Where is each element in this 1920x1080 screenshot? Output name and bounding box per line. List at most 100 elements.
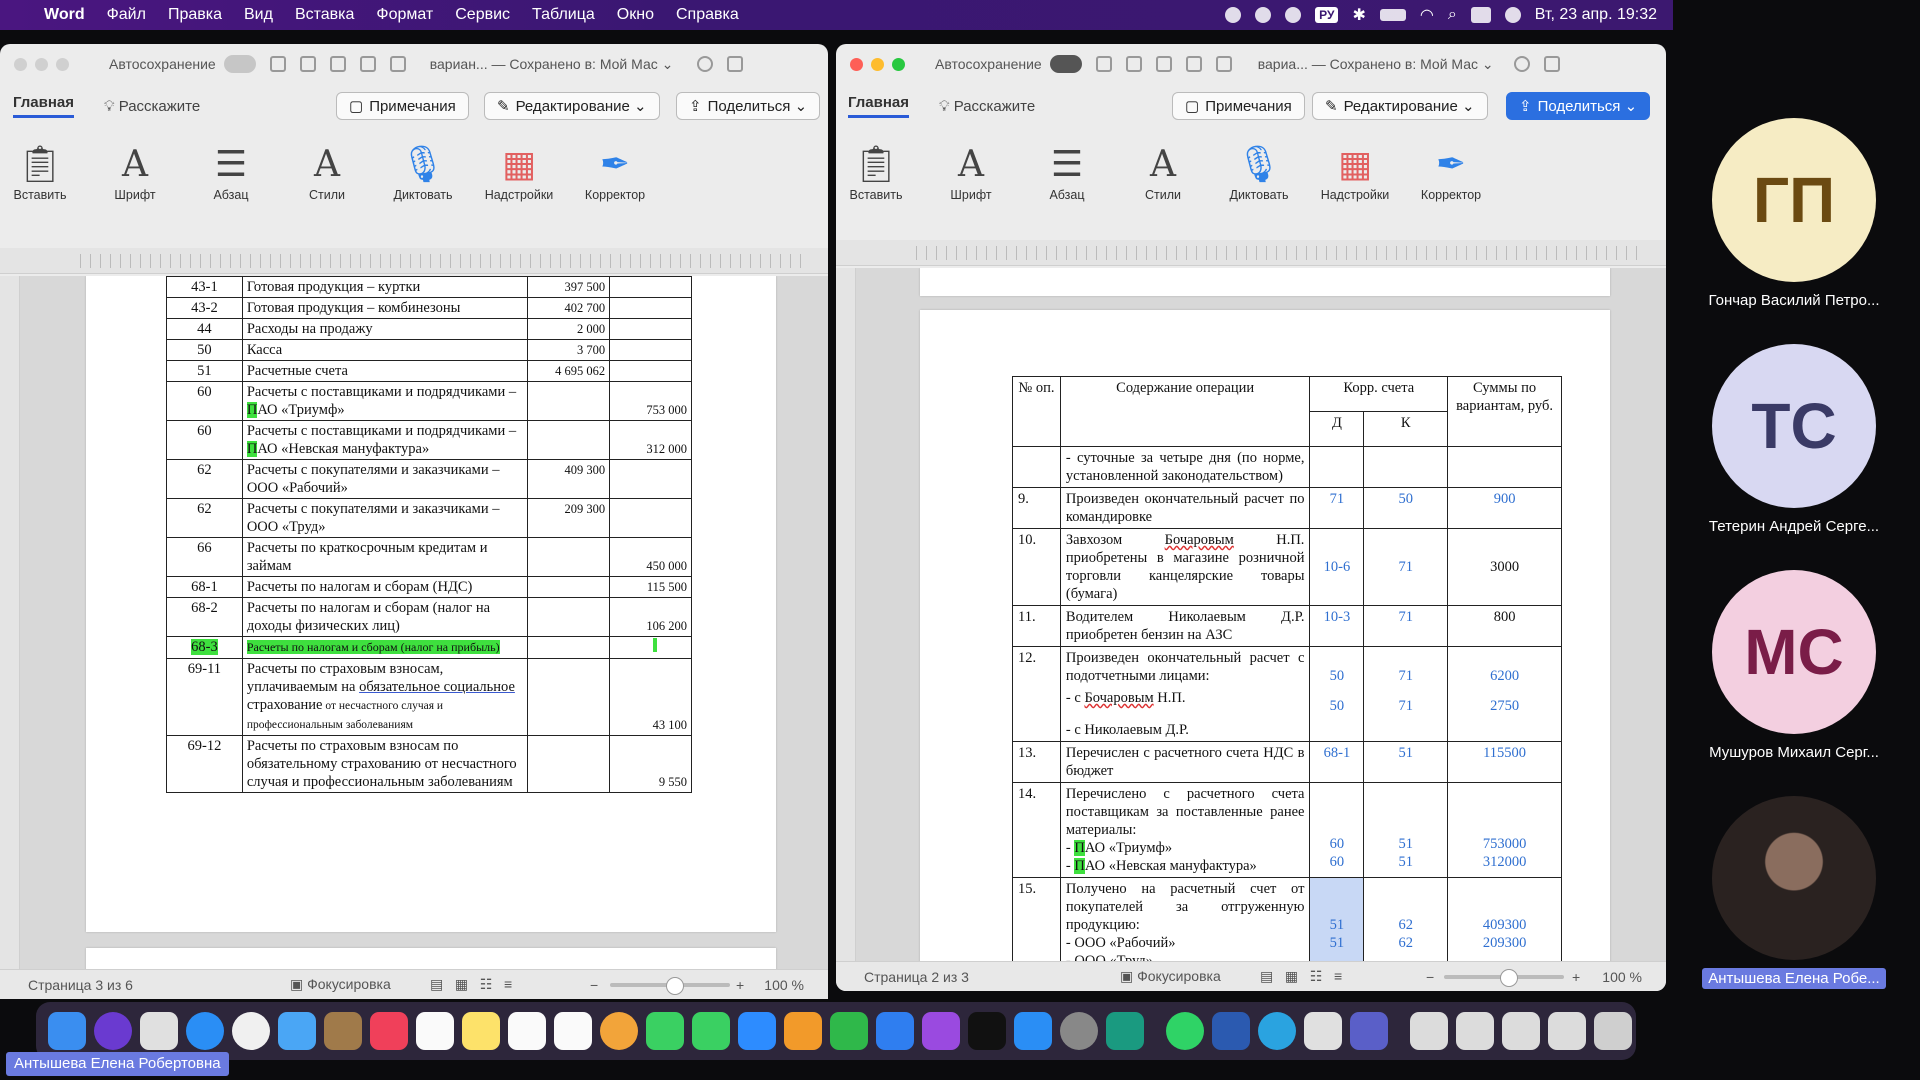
operation-sum[interactable]: 900	[1447, 487, 1562, 529]
vertical-ruler[interactable]	[0, 276, 20, 969]
account-code[interactable]: 62	[166, 498, 243, 538]
operation-content[interactable]: Получено на расчетный счет от покупателе…	[1059, 877, 1311, 961]
music-icon[interactable]	[370, 1012, 408, 1050]
calendar-icon[interactable]	[416, 1012, 454, 1050]
editing-button[interactable]: ✎ Редактирование ⌄	[484, 92, 660, 120]
mail-icon[interactable]	[278, 1012, 316, 1050]
account-name[interactable]: Расчеты по страховым взносам, уплачиваем…	[241, 658, 529, 736]
photos-icon[interactable]	[600, 1012, 638, 1050]
credit-account[interactable]	[1363, 446, 1449, 488]
telegram-icon[interactable]	[1258, 1012, 1296, 1050]
notes-icon[interactable]	[462, 1012, 500, 1050]
credit-account[interactable]: 71	[1363, 528, 1449, 606]
zoom-level[interactable]: 100 %	[1602, 969, 1642, 985]
clock[interactable]: Вт, 23 апр. 19:32	[1535, 6, 1657, 24]
share-button[interactable]: ⇪ Поделиться ⌄	[676, 92, 821, 120]
record-icon[interactable]	[1225, 7, 1242, 23]
debit-balance[interactable]: 4 695 062	[527, 360, 611, 382]
account-name[interactable]: Расчеты по страховым взносам по обязател…	[241, 735, 529, 793]
debit-balance[interactable]	[527, 735, 611, 793]
operation-number[interactable]: 11.	[1012, 605, 1061, 647]
document-canvas[interactable]: № оп. Содержание операции Корр. счета Су…	[856, 268, 1666, 961]
keynote-icon[interactable]	[876, 1012, 914, 1050]
account-name[interactable]: Расчеты с покупателями и заказчиками – О…	[241, 459, 529, 499]
account-name[interactable]: Расчеты с поставщиками и подрядчиками – …	[241, 420, 529, 460]
horizontal-ruler[interactable]	[836, 240, 1666, 266]
chatgpt-icon[interactable]	[1106, 1012, 1144, 1050]
paste-button[interactable]: 📋︎ Вставить	[836, 128, 916, 202]
doc-title[interactable]: вариа... — Сохранено в: Мой Мас ⌄	[1258, 56, 1494, 73]
focus-mode[interactable]: ▣ Фокусировка	[290, 976, 391, 993]
debit-account[interactable]: 71	[1309, 487, 1365, 529]
addins-button[interactable]: ▦ Надстройки	[1314, 128, 1396, 203]
account-code[interactable]: 50	[166, 339, 243, 361]
tab-home[interactable]: Главная	[848, 94, 910, 118]
credit-balance[interactable]: 43 100	[609, 658, 692, 736]
wifi-icon[interactable]: ◠	[1420, 5, 1434, 25]
paste-button[interactable]: 📋︎ Вставить	[0, 128, 80, 202]
operation-number[interactable]: 12.	[1012, 646, 1061, 742]
operation-content[interactable]: Завхозом Бочаровым Н.П. приобретены в ма…	[1059, 528, 1311, 606]
tab-home[interactable]: Главная	[13, 94, 75, 118]
account-name[interactable]: Расчеты по налогам и сборам (НДС)	[241, 576, 529, 598]
account-code[interactable]: 68-3	[166, 636, 243, 659]
undo-icon[interactable]	[329, 56, 346, 72]
input-language[interactable]: РУ	[1315, 7, 1339, 23]
menu-view[interactable]: Вид	[244, 6, 273, 24]
folder-icon[interactable]	[1410, 1012, 1448, 1050]
credit-balance[interactable]	[609, 459, 692, 499]
zoom-in[interactable]: +	[736, 977, 744, 993]
editing-button[interactable]: ✎ Редактирование ⌄	[1312, 92, 1488, 120]
credit-balance[interactable]: 9 550	[609, 735, 692, 793]
menu-window[interactable]: Окно	[617, 6, 654, 24]
whatsapp-icon[interactable]	[1166, 1012, 1204, 1050]
share-people-icon[interactable]	[1543, 56, 1560, 72]
minimize-button[interactable]	[871, 57, 884, 71]
debit-account[interactable]: 51 51	[1309, 877, 1365, 961]
operation-sum[interactable]: 115500	[1447, 741, 1562, 783]
debit-account[interactable]: 10-6	[1309, 528, 1365, 606]
search-icon[interactable]	[1513, 56, 1530, 72]
document-canvas[interactable]: 43-1 Готовая продукция – куртки 397 500 43-…	[20, 276, 828, 969]
zoom-out[interactable]: −	[1426, 969, 1434, 985]
account-code[interactable]: 51	[166, 360, 243, 382]
search-icon[interactable]: ⌕	[1448, 6, 1457, 24]
menu-help[interactable]: Справка	[676, 6, 739, 24]
participant-tile[interactable]: Антышева Елена Робе...	[1694, 796, 1894, 989]
account-code[interactable]: 69-11	[166, 658, 243, 736]
credit-balance[interactable]	[609, 636, 692, 659]
credit-balance[interactable]: 753 000	[609, 381, 692, 421]
debit-account[interactable]: 10-3	[1309, 605, 1365, 647]
debit-balance[interactable]: 397 500	[527, 276, 611, 298]
operation-number[interactable]: 9.	[1012, 487, 1061, 529]
downloads-icon[interactable]	[1548, 1012, 1586, 1050]
teams-icon[interactable]	[1350, 1012, 1388, 1050]
participant-tile[interactable]: ТС Тетерин Андрей Серге...	[1694, 344, 1894, 535]
credit-account[interactable]: 51	[1363, 741, 1449, 783]
operation-sum[interactable]: 800	[1447, 605, 1562, 647]
operation-sum[interactable]: 3000	[1447, 528, 1562, 606]
save-icon[interactable]	[299, 56, 316, 72]
word-icon[interactable]	[1212, 1012, 1250, 1050]
slack-icon[interactable]	[1304, 1012, 1342, 1050]
operation-content[interactable]: Водителем Николаевым Д.Р. приобретен бен…	[1059, 605, 1311, 647]
debit-account[interactable]: 60 60	[1309, 782, 1365, 878]
credit-balance[interactable]: 312 000	[609, 420, 692, 460]
participant-tile[interactable]: МС Мушуров Михаил Серг...	[1694, 570, 1894, 761]
print-icon[interactable]	[1215, 56, 1232, 72]
credit-balance[interactable]: 115 500	[609, 576, 692, 598]
menu-edit[interactable]: Правка	[168, 6, 222, 24]
debit-balance[interactable]	[527, 537, 611, 577]
account-code[interactable]: 60	[166, 420, 243, 460]
numbers-icon[interactable]	[830, 1012, 868, 1050]
debit-balance[interactable]	[527, 597, 611, 637]
home-icon[interactable]	[1095, 56, 1112, 72]
screenshot-stack-icon[interactable]	[1502, 1012, 1540, 1050]
credit-balance[interactable]	[609, 339, 692, 361]
account-code[interactable]: 69-12	[166, 735, 243, 793]
chrome-icon[interactable]	[232, 1012, 270, 1050]
font-button[interactable]: A Шрифт	[930, 128, 1012, 203]
operation-sum[interactable]: 6200 2750	[1447, 646, 1562, 742]
control-center-icon[interactable]	[1470, 7, 1491, 23]
menu-tools[interactable]: Сервис	[455, 6, 510, 24]
